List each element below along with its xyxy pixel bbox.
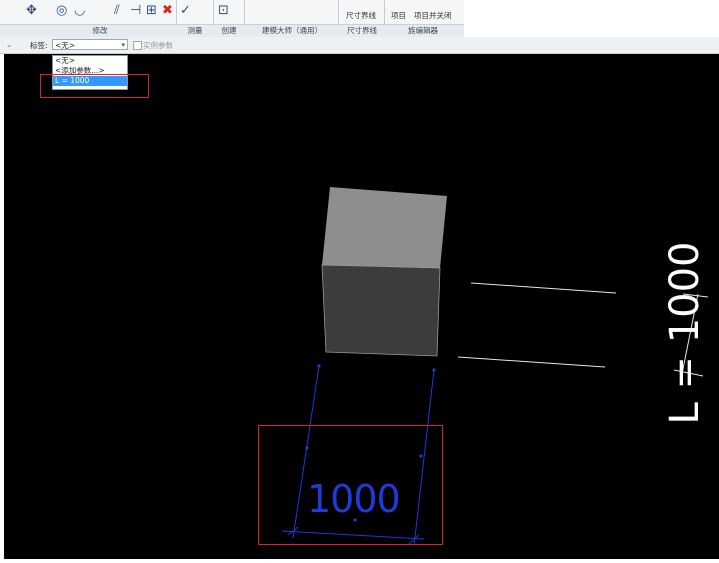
- parameter-label-text[interactable]: L = 1000: [662, 223, 708, 443]
- cube-top-face[interactable]: [322, 187, 447, 268]
- dropdown-item-none[interactable]: <无>: [53, 56, 127, 66]
- extension-line-top: [470, 282, 617, 294]
- extension-line-bottom: [457, 356, 606, 368]
- cube-front-face[interactable]: [321, 264, 441, 357]
- dropdown-highlight-box: [40, 74, 149, 98]
- dimension-highlight-box: [258, 425, 443, 545]
